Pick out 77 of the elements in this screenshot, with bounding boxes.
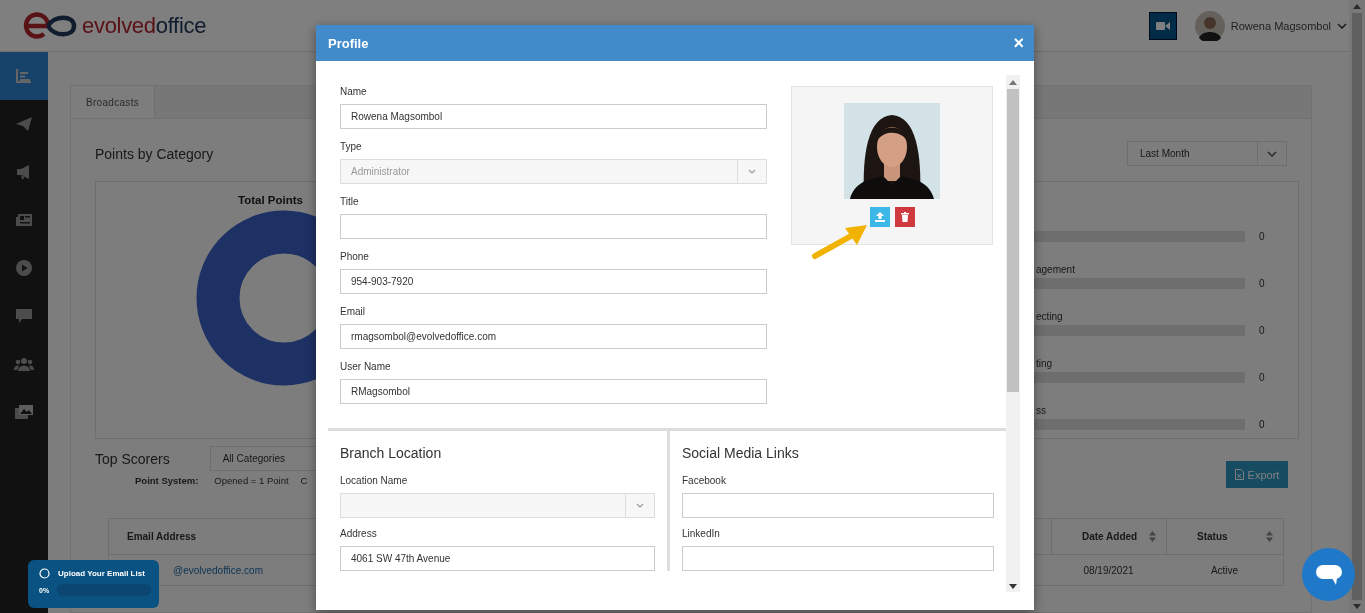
bar-value: 0 <box>1259 372 1266 383</box>
field-label: Location Name <box>340 475 409 488</box>
field-label: Phone <box>340 251 370 264</box>
scroll-up-icon[interactable] <box>1353 4 1361 9</box>
scrollbar-thumb[interactable] <box>1007 89 1019 392</box>
dialog-title: Profile <box>328 35 369 51</box>
bar-value: 0 <box>1259 325 1266 336</box>
input-field[interactable] <box>340 214 767 239</box>
sort-icon[interactable] <box>1266 531 1273 542</box>
video-camera-icon[interactable] <box>1155 20 1170 31</box>
field-label: Address <box>340 528 378 541</box>
speech-bubble-icon[interactable] <box>16 309 32 323</box>
images-icon[interactable] <box>15 405 33 419</box>
video-call-button[interactable] <box>1148 11 1177 40</box>
user-name[interactable]: Rowena Magsombol <box>1230 19 1331 32</box>
sort-icon[interactable] <box>1149 531 1156 542</box>
scroll-down-icon[interactable] <box>1009 584 1017 589</box>
table-cell-text: 08/19/2021 <box>1082 563 1135 578</box>
close-button[interactable]: × <box>1013 34 1024 52</box>
field-label: Type <box>340 141 363 154</box>
section-title: Social Media Links <box>682 445 800 461</box>
section-title: Branch Location <box>340 445 443 461</box>
field-label: Name <box>340 86 368 99</box>
input-field[interactable]: RMagsombol <box>340 379 767 404</box>
bar-label: ting <box>1036 358 1054 371</box>
input-field[interactable]: rmagsombol@evolvedoffice.com <box>340 324 767 349</box>
bar-value: 0 <box>1259 231 1266 242</box>
field-label: LinkedIn <box>682 528 721 541</box>
caret-icon[interactable] <box>1337 22 1347 29</box>
point-system-item: Opened = 1 Point <box>214 475 289 486</box>
trash-icon[interactable] <box>900 212 909 222</box>
field-label: User Name <box>340 361 392 374</box>
spinner-icon <box>39 568 50 579</box>
input-field[interactable] <box>682 546 994 571</box>
column-header[interactable]: Date Added <box>1051 519 1166 554</box>
megaphone-icon[interactable] <box>16 165 32 179</box>
bar-value: 0 <box>1259 278 1266 289</box>
point-system-item: C <box>300 475 308 486</box>
users-icon[interactable] <box>14 357 34 371</box>
table-cell-text: Active <box>1209 563 1240 578</box>
page-scrollbar[interactable] <box>1349 0 1365 613</box>
chart-icon[interactable] <box>16 69 32 83</box>
input-field[interactable]: 954-903-7920 <box>340 269 767 294</box>
field-label: Facebook <box>682 475 727 488</box>
period-select[interactable]: Last Month <box>1127 141 1287 166</box>
scrollbar-thumb[interactable] <box>1352 13 1362 600</box>
column-header[interactable]: Status <box>1166 519 1283 554</box>
toast-title: Upload Your Email List <box>58 569 145 578</box>
speech-bubble-icon[interactable] <box>1315 564 1342 585</box>
file-icon <box>1234 469 1244 480</box>
section-title: Top Scorers <box>95 450 170 467</box>
caret-icon[interactable] <box>1267 150 1277 157</box>
chart-title: Total Points <box>238 194 303 206</box>
field-label: Title <box>340 196 360 209</box>
sidebar-item[interactable] <box>0 52 48 100</box>
bar-label: ss <box>1036 405 1047 418</box>
upload-button[interactable] <box>869 207 890 227</box>
scrollbar[interactable] <box>1006 75 1020 592</box>
table-cell: @evolvedoffice.com <box>173 564 263 576</box>
input-field[interactable]: 4061 SW 47th Avenue <box>340 546 655 571</box>
point-system-label: Point System: <box>135 475 199 486</box>
logo-text: evolvedoffice <box>82 12 207 39</box>
upload-icon[interactable] <box>874 212 885 222</box>
tab[interactable]: Broadcasts <box>71 86 156 119</box>
delete-button[interactable] <box>894 207 915 227</box>
avatar[interactable] <box>1194 10 1225 41</box>
play-icon[interactable] <box>16 260 32 276</box>
input-field[interactable] <box>682 493 994 518</box>
export-button[interactable]: Export <box>1226 461 1288 488</box>
field-label: Email <box>340 306 366 319</box>
section-title: Points by Category <box>95 145 214 162</box>
bar-label: agement <box>1036 264 1076 277</box>
bar-value: 0 <box>1259 419 1266 430</box>
newspaper-icon[interactable] <box>16 213 32 227</box>
bar-label: ecting <box>1036 311 1064 324</box>
paper-plane-icon[interactable] <box>16 117 32 131</box>
input-field[interactable]: Rowena Magsombol <box>340 104 767 129</box>
